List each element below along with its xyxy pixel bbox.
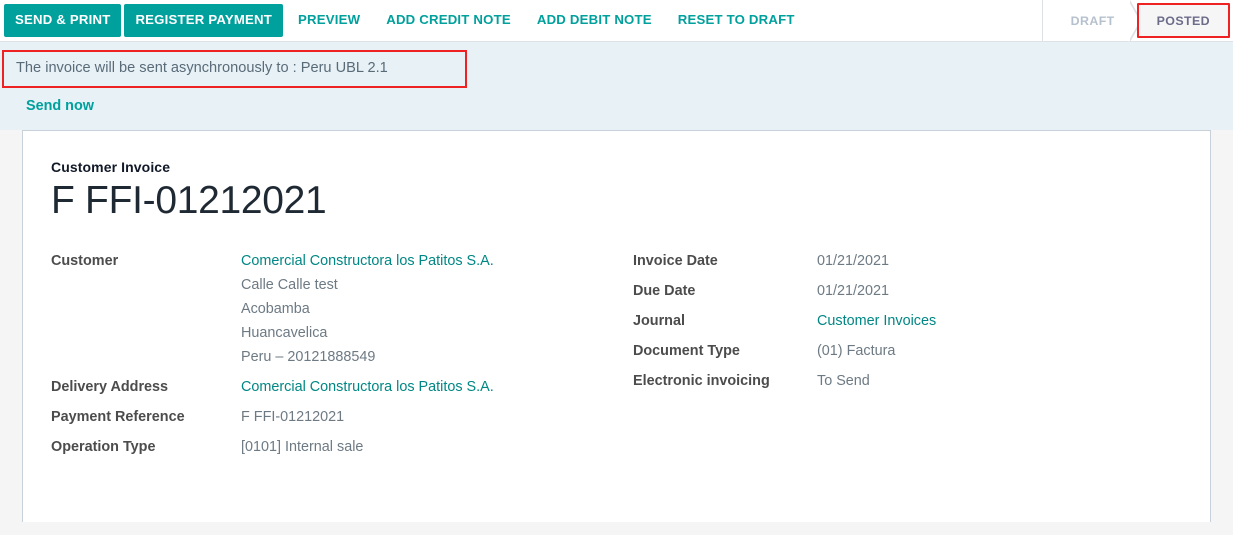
field-value-delivery-address: Comercial Constructora los Patitos S.A. (241, 375, 633, 405)
delivery-address-link[interactable]: Comercial Constructora los Patitos S.A. (241, 379, 494, 395)
field-row-operation-type: Operation Type [0101] Internal sale (51, 435, 633, 465)
field-label-journal: Journal (633, 309, 817, 339)
field-label-due-date: Due Date (633, 279, 817, 309)
edi-notification-text: The invoice will be sent asynchronously … (16, 60, 388, 76)
field-row-invoice-date: Invoice Date 01/21/2021 (633, 249, 1184, 279)
field-value-due-date[interactable]: 01/21/2021 (817, 279, 1184, 309)
customer-address-line-3: Huancavelica (241, 321, 633, 345)
field-value-electronic-invoicing: To Send (817, 369, 1184, 399)
field-columns: Customer Comercial Constructora los Pati… (51, 249, 1184, 465)
field-row-journal: Journal Customer Invoices (633, 309, 1184, 339)
alert-zone: The invoice will be sent asynchronously … (0, 42, 1233, 130)
field-value-customer: Comercial Constructora los Patitos S.A. … (241, 249, 633, 375)
field-label-delivery-address: Delivery Address (51, 375, 241, 405)
customer-address-line-1: Calle Calle test (241, 273, 633, 297)
sheet-wrapper: Customer Invoice F FFI-01212021 Customer… (0, 130, 1233, 522)
document-type-heading: Customer Invoice (51, 159, 1184, 175)
left-field-column: Customer Comercial Constructora los Pati… (51, 249, 633, 465)
send-now-link[interactable]: Send now (26, 98, 94, 114)
right-fields-table: Invoice Date 01/21/2021 Due Date 01/21/2… (633, 249, 1184, 399)
field-row-document-type: Document Type (01) Factura (633, 339, 1184, 369)
status-bar: DRAFT POSTED (1042, 0, 1233, 41)
action-button-group: SEND & PRINT REGISTER PAYMENT PREVIEW AD… (0, 0, 807, 41)
field-label-payment-reference: Payment Reference (51, 405, 241, 435)
field-row-payment-reference: Payment Reference F FFI-01212021 (51, 405, 633, 435)
field-row-delivery-address: Delivery Address Comercial Constructora … (51, 375, 633, 405)
field-row-customer: Customer Comercial Constructora los Pati… (51, 249, 633, 375)
reset-to-draft-button[interactable]: RESET TO DRAFT (666, 4, 807, 36)
register-payment-button[interactable]: REGISTER PAYMENT (124, 4, 283, 36)
edi-notification-box: The invoice will be sent asynchronously … (2, 50, 467, 88)
invoice-form-sheet: Customer Invoice F FFI-01212021 Customer… (22, 130, 1211, 522)
add-debit-note-button[interactable]: ADD DEBIT NOTE (525, 4, 664, 36)
field-label-electronic-invoicing: Electronic invoicing (633, 369, 817, 399)
field-value-invoice-date[interactable]: 01/21/2021 (817, 249, 1184, 279)
status-stage-draft[interactable]: DRAFT (1043, 0, 1129, 41)
field-value-document-type[interactable]: (01) Factura (817, 339, 1184, 369)
right-field-column: Invoice Date 01/21/2021 Due Date 01/21/2… (633, 249, 1184, 399)
field-value-payment-reference[interactable]: F FFI-01212021 (241, 405, 633, 435)
field-value-operation-type[interactable]: [0101] Internal sale (241, 435, 633, 465)
field-row-electronic-invoicing: Electronic invoicing To Send (633, 369, 1184, 399)
field-label-operation-type: Operation Type (51, 435, 241, 465)
left-fields-table: Customer Comercial Constructora los Pati… (51, 249, 633, 465)
page-title: F FFI-01212021 (51, 179, 1184, 224)
field-value-journal: Customer Invoices (817, 309, 1184, 339)
customer-address-line-2: Acobamba (241, 297, 633, 321)
field-row-due-date: Due Date 01/21/2021 (633, 279, 1184, 309)
preview-button[interactable]: PREVIEW (286, 4, 372, 36)
customer-address-line-4: Peru – 20121888549 (241, 345, 633, 369)
customer-link[interactable]: Comercial Constructora los Patitos S.A. (241, 253, 494, 269)
field-label-customer: Customer (51, 249, 241, 375)
status-stage-posted[interactable]: POSTED (1137, 3, 1230, 38)
send-and-print-button[interactable]: SEND & PRINT (4, 4, 121, 36)
add-credit-note-button[interactable]: ADD CREDIT NOTE (374, 4, 523, 36)
field-label-document-type: Document Type (633, 339, 817, 369)
journal-link[interactable]: Customer Invoices (817, 313, 936, 329)
control-panel: SEND & PRINT REGISTER PAYMENT PREVIEW AD… (0, 0, 1233, 42)
field-label-invoice-date: Invoice Date (633, 249, 817, 279)
